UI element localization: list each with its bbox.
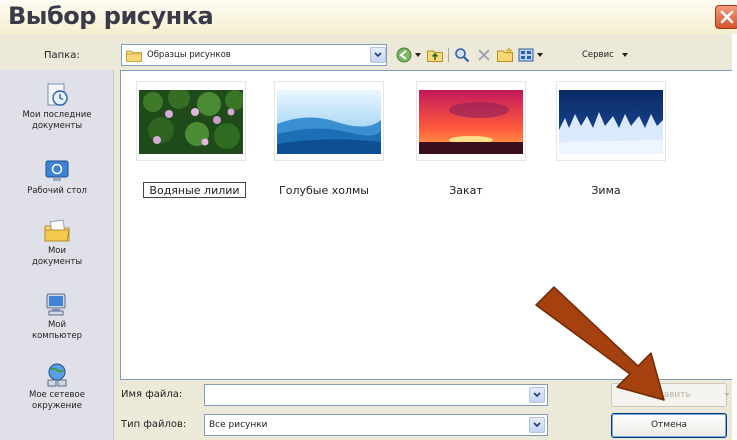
water-lilies-thumbnail: [139, 90, 243, 154]
my-computer-icon: [46, 293, 66, 316]
place-my-computer[interactable]: Мой компьютер: [0, 292, 114, 342]
window-edge: [732, 34, 737, 440]
search-web-icon[interactable]: [454, 47, 470, 63]
thumbnail-frame: [274, 81, 384, 161]
delete-icon[interactable]: [476, 47, 492, 63]
file-name: Голубые холмы: [279, 184, 369, 197]
place-my-documents[interactable]: Мои документы: [0, 218, 114, 268]
title-bar: Выбор рисунка: [0, 0, 737, 34]
insert-button[interactable]: Вставить: [611, 383, 727, 407]
tools-dropdown-arrow[interactable]: [622, 53, 628, 57]
up-one-level-icon[interactable]: [427, 47, 443, 63]
file-item-blue-hills[interactable]: Голубые холмы: [259, 81, 389, 201]
place-desktop[interactable]: Рабочий стол: [0, 158, 114, 197]
sunset-thumbnail: [419, 90, 523, 154]
tools-menu-button[interactable]: Сервис: [582, 50, 614, 60]
place-recent-documents[interactable]: Мои последние документы: [0, 82, 114, 132]
network-places-icon: [47, 363, 67, 387]
chevron-down-icon: [533, 422, 541, 428]
new-folder-icon[interactable]: [497, 47, 513, 63]
place-label: Рабочий стол: [27, 186, 87, 196]
filename-label: Имя файла:: [121, 389, 183, 400]
lookin-label: Папка:: [44, 50, 80, 61]
chevron-down-icon: [533, 392, 541, 398]
views-dropdown-arrow[interactable]: [537, 53, 543, 57]
my-documents-icon: [44, 219, 70, 242]
place-label: Мой компьютер: [31, 320, 83, 341]
lookin-dropdown-button[interactable]: [370, 47, 386, 63]
file-list[interactable]: Водяные лилии Голубые холмы Закат Зима: [120, 70, 737, 380]
insert-picture-dialog: Выбор рисунка Папка: Образцы рисунков Се…: [0, 0, 737, 440]
places-bar: Мои последние документы Рабочий стол Мои…: [0, 70, 114, 440]
winter-thumbnail: [559, 90, 663, 154]
place-label: Мои последние документы: [22, 110, 92, 131]
place-label: Мое сетевое окружение: [29, 390, 85, 411]
lookin-dropdown[interactable]: Образцы рисунков: [121, 44, 387, 66]
chevron-down-icon: [374, 52, 382, 58]
filename-dropdown-button[interactable]: [529, 387, 545, 403]
place-label: Мои документы: [31, 246, 83, 267]
back-icon[interactable]: [396, 47, 412, 63]
place-network[interactable]: Мое сетевое окружение: [0, 362, 114, 412]
close-button[interactable]: [715, 5, 737, 29]
thumbnail-frame: [136, 81, 246, 161]
recent-documents-icon: [47, 83, 68, 106]
toolbar-separator: [448, 48, 449, 62]
cancel-button[interactable]: Отмена: [611, 413, 727, 438]
thumbnail-frame: [416, 81, 526, 161]
filename-input[interactable]: [204, 384, 548, 406]
folder-icon: [126, 50, 142, 62]
blue-hills-thumbnail: [277, 90, 381, 154]
filetype-label: Тип файлов:: [121, 419, 187, 430]
filetype-value: Все рисунки: [209, 420, 268, 430]
filetype-dropdown-button[interactable]: [529, 417, 545, 433]
file-name: Закат: [449, 184, 483, 197]
views-icon[interactable]: [518, 47, 534, 63]
lookin-value: Образцы рисунков: [147, 50, 231, 60]
file-name: Водяные лилии: [143, 182, 246, 198]
thumbnail-frame: [556, 81, 666, 161]
file-name: Зима: [591, 184, 621, 197]
close-icon: [720, 10, 734, 24]
file-item-sunset[interactable]: Закат: [401, 81, 531, 201]
file-item-winter[interactable]: Зима: [541, 81, 671, 201]
dialog-title: Выбор рисунка: [8, 2, 214, 30]
file-item-water-lilies[interactable]: Водяные лилии: [121, 81, 251, 201]
back-dropdown-arrow[interactable]: [415, 53, 421, 57]
filetype-dropdown[interactable]: Все рисунки: [204, 414, 548, 436]
desktop-icon: [45, 160, 69, 181]
